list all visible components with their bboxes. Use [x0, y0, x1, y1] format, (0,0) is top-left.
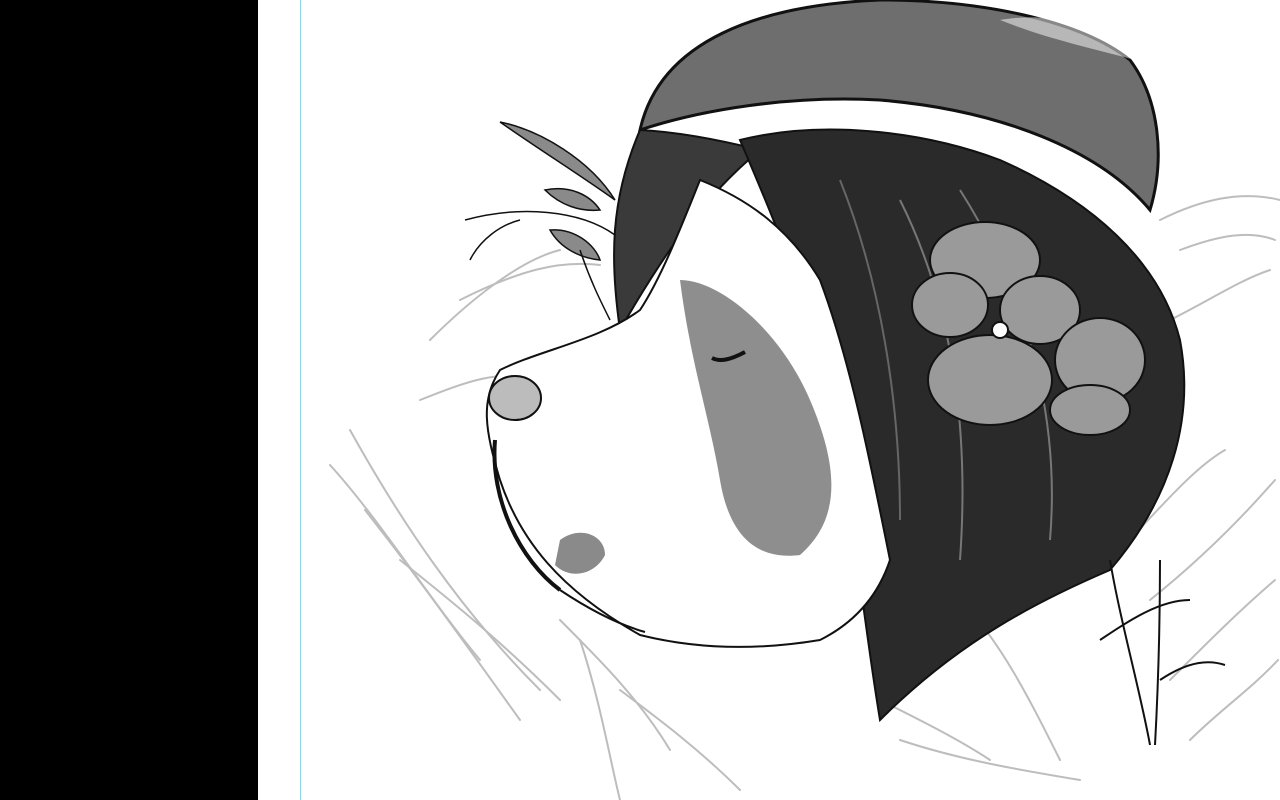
artwork-drawing — [329, 0, 1280, 800]
drawing-canvas[interactable] — [258, 0, 1280, 800]
dog-nose — [488, 375, 542, 421]
drawing-app-window — [0, 0, 1280, 800]
grass-stems — [1099, 559, 1226, 746]
side-panel — [0, 0, 258, 800]
